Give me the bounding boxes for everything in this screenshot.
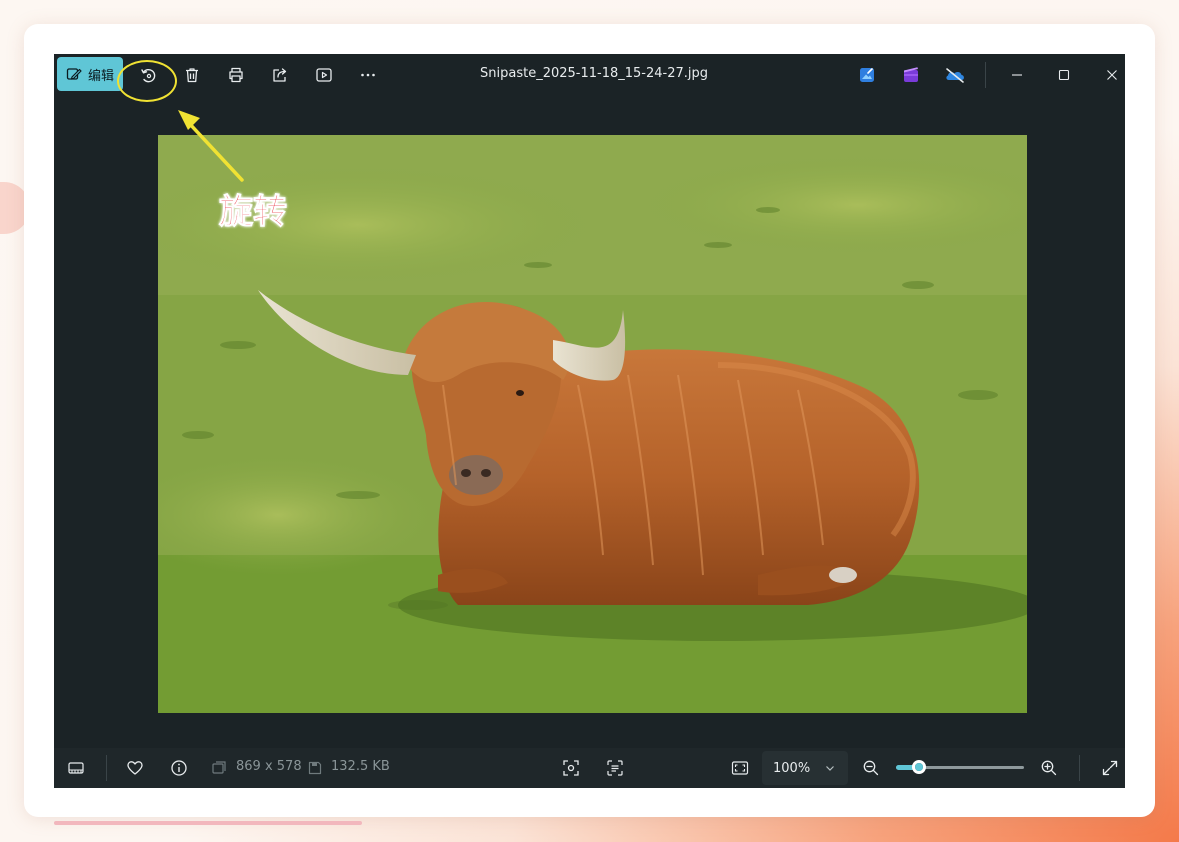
clipchamp-button[interactable] bbox=[895, 59, 927, 91]
zoom-value: 100% bbox=[773, 760, 811, 776]
edit-button[interactable]: 编辑 bbox=[57, 57, 123, 91]
more-icon bbox=[361, 73, 375, 77]
onedrive-button[interactable] bbox=[939, 59, 971, 91]
visual-search-button[interactable] bbox=[557, 754, 585, 782]
status-bar: 869 x 578 132.5 KB 100% bbox=[54, 748, 1125, 788]
favorite-button[interactable] bbox=[121, 754, 149, 782]
text-scan-icon bbox=[607, 760, 623, 776]
statusbar-divider bbox=[106, 755, 107, 781]
file-name-title: Snipaste_2025-11-18_15-24-27.jpg bbox=[480, 66, 708, 81]
heart-icon bbox=[127, 761, 143, 775]
close-button[interactable] bbox=[1089, 58, 1125, 92]
slideshow-button[interactable] bbox=[308, 59, 340, 91]
edit-image-icon bbox=[66, 68, 82, 80]
filmstrip-button[interactable] bbox=[62, 754, 90, 782]
title-bar: 编辑 Snipaste_2025-11-18_15-24-27.jpg bbox=[54, 54, 1125, 96]
statusbar-divider-right bbox=[1079, 755, 1080, 781]
decorative-underline bbox=[54, 821, 362, 825]
zoom-out-icon bbox=[863, 760, 879, 776]
designer-button[interactable] bbox=[851, 59, 883, 91]
more-button[interactable] bbox=[352, 59, 384, 91]
expand-icon bbox=[1102, 760, 1118, 776]
annotation-arrow bbox=[178, 110, 244, 182]
zoom-dropdown[interactable]: 100% bbox=[762, 751, 848, 785]
image-edit-icon bbox=[860, 68, 874, 82]
image-dimensions: 869 x 578 bbox=[236, 759, 302, 774]
zoom-out-button[interactable] bbox=[857, 754, 885, 782]
chevron-down-icon bbox=[826, 766, 834, 771]
filmstrip-icon bbox=[68, 762, 84, 774]
dimensions-icon bbox=[212, 761, 226, 774]
photo-canvas[interactable] bbox=[158, 135, 1027, 713]
titlebar-divider bbox=[985, 62, 986, 88]
fullscreen-button[interactable] bbox=[1096, 754, 1124, 782]
zoom-in-icon bbox=[1041, 760, 1057, 776]
rotate-highlight-circle bbox=[117, 60, 177, 102]
printer-icon bbox=[229, 67, 243, 83]
file-info-button[interactable] bbox=[165, 754, 193, 782]
play-icon bbox=[316, 68, 332, 82]
scan-icon bbox=[563, 760, 579, 776]
maximize-button[interactable] bbox=[1041, 58, 1087, 92]
highland-cow-photo bbox=[158, 135, 1027, 713]
file-size: 132.5 KB bbox=[331, 759, 390, 774]
share-icon bbox=[273, 68, 287, 82]
text-scan-button[interactable] bbox=[601, 754, 629, 782]
fit-screen-icon bbox=[731, 761, 749, 775]
info-icon bbox=[171, 760, 187, 776]
print-button[interactable] bbox=[220, 59, 252, 91]
zoom-in-button[interactable] bbox=[1035, 754, 1063, 782]
delete-button[interactable] bbox=[176, 59, 208, 91]
clipchamp-icon bbox=[904, 67, 918, 82]
zoom-slider-thumb[interactable] bbox=[912, 760, 927, 774]
share-button[interactable] bbox=[264, 59, 296, 91]
edit-label: 编辑 bbox=[87, 68, 114, 84]
fit-to-window-button[interactable] bbox=[726, 754, 754, 782]
onedrive-icon bbox=[946, 68, 964, 83]
close-icon bbox=[1107, 70, 1117, 80]
maximize-icon bbox=[1058, 69, 1070, 81]
minimize-icon bbox=[1012, 74, 1022, 76]
minimize-button[interactable] bbox=[994, 58, 1040, 92]
save-disk-icon bbox=[308, 761, 322, 775]
trash-icon bbox=[186, 68, 198, 83]
rotate-annotation-label: 旋转 bbox=[219, 192, 288, 233]
